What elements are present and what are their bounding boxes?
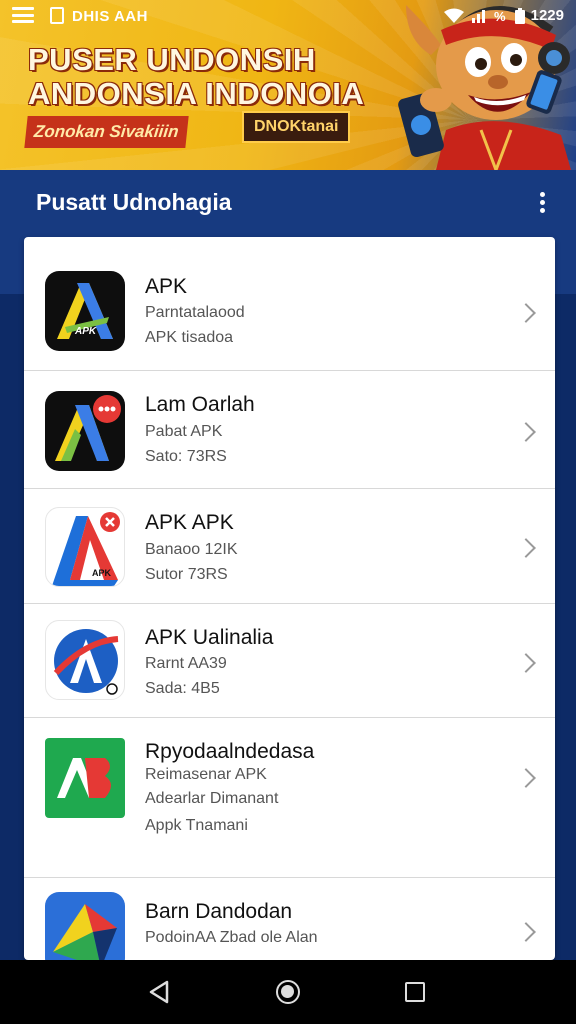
list-item[interactable]: APK APK APK Banaoo 12IK Sutor 73RS [24,489,555,604]
app-name: APK APK [145,511,234,534]
back-icon[interactable] [147,980,171,1004]
apk-a-icon: APK [45,271,125,351]
banner-ribbon-right: DNOKtanai [242,111,351,143]
system-nav-bar [0,960,576,1024]
svg-text:APK: APK [92,568,112,578]
recent-apps-icon[interactable] [405,982,425,1002]
chevron-right-icon [516,768,536,788]
list-item[interactable]: Lam Oarlah Pabat APK Sato: 73RS [24,371,555,489]
battery-percent-icon: % [494,9,506,24]
app-detail: APK tisadoa [145,329,234,346]
app-detail: Reimasenar APK [145,766,267,783]
signal-icon [471,9,485,23]
promo-banner[interactable]: DHIS AAH % 1229 PUSER UNDONSIH ANDONSIA … [0,0,576,170]
status-icons: % 1229 [443,7,564,24]
app-detail: Rarnt AA39 [145,655,227,672]
svg-text:%: % [494,9,506,24]
app-detail: Banaoo 12IK [145,541,238,558]
app-detail: Sato: 73RS [145,448,227,465]
apk-plane-icon [45,892,125,960]
battery-icon [514,7,525,24]
chevron-right-icon [516,922,536,942]
wifi-icon [443,8,464,23]
document-icon [50,7,64,24]
app-name: Lam Oarlah [145,393,255,416]
banner-headline-line2: ANDONSIA INDONOIA [28,76,365,111]
svg-text:APK: APK [74,326,97,337]
chevron-right-icon [516,653,536,673]
apk-globe-a-icon [45,620,125,700]
chevron-right-icon [516,538,536,558]
app-detail: Sutor 73RS [145,566,228,583]
chevron-right-icon [516,303,536,323]
list-item[interactable]: APK Ualinalia Rarnt AA39 Sada: 4B5 [24,604,555,718]
app-name: Rpyodaalndedasa [145,740,315,763]
status-app-text: DHIS AAH [72,8,148,25]
app-detail: Appk Tnamani [145,817,248,834]
app-detail: Adearlar Dimanant [145,790,279,807]
app-detail: Sada: 4B5 [145,680,220,697]
app-detail: PodoinAA Zbad ole Alan [145,929,318,946]
apk-green-ab-icon [45,738,125,818]
page-title: Pusatt Udnohagia [36,189,232,215]
apk-a-red-badge-icon [45,391,125,471]
chevron-right-icon [516,422,536,442]
list-item[interactable]: Rpyodaalndedasa Reimasenar APK Adearlar … [24,718,555,878]
app-name: APK [145,275,188,298]
list-item[interactable]: APK APK Parntatalaood APK tisadoa [24,237,555,371]
hamburger-menu-icon[interactable] [12,7,34,23]
clock: 1229 [530,7,564,24]
app-name: Barn Dandodan [145,900,293,923]
apk-red-arrow-icon: APK [45,507,125,587]
more-options-icon[interactable] [538,192,546,214]
home-icon[interactable] [276,980,300,1004]
banner-ribbon-left: Zonokan Sivakiiin [24,116,189,148]
status-bar: DHIS AAH % 1229 [0,0,576,32]
banner-headline-line1: PUSER UNDONSIH [28,42,316,77]
list-item[interactable]: Barn Dandodan PodoinAA Zbad ole Alan [24,878,555,960]
app-detail: Parntatalaood [145,304,245,321]
app-name: APK Ualinalia [145,626,274,649]
app-list: APK APK Parntatalaood APK tisadoa Lam Oa… [24,237,555,960]
app-detail: Pabat APK [145,423,223,440]
